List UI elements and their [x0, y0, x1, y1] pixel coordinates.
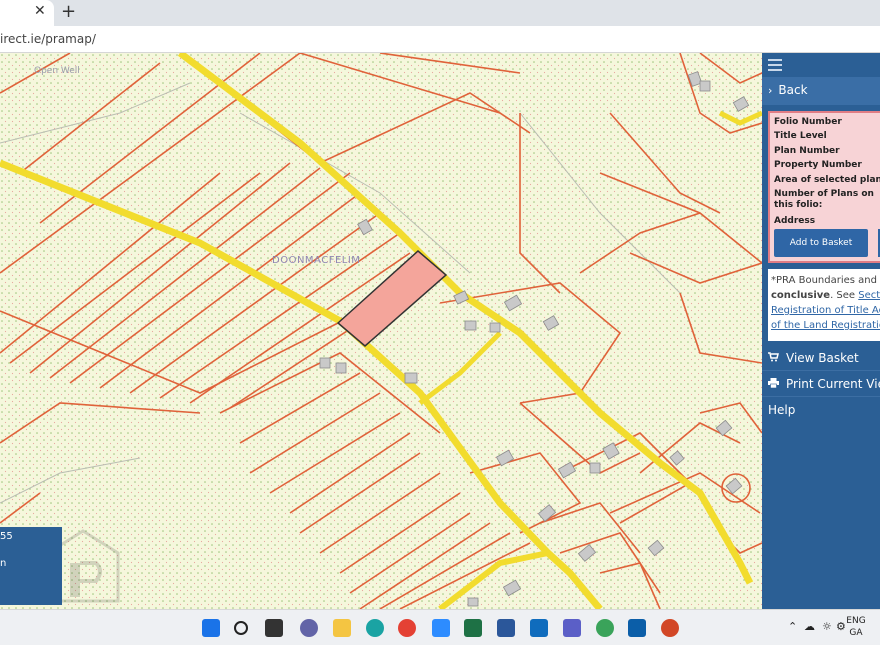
folio-number-label: Folio Number	[774, 117, 842, 127]
address-label: Address	[774, 216, 816, 226]
printer-icon	[768, 372, 780, 398]
plan-number-label: Plan Number	[774, 146, 840, 156]
outlook-icon[interactable]	[530, 619, 548, 637]
start-icon[interactable]	[202, 619, 220, 637]
scale-legend-box: 55 n	[0, 527, 62, 605]
new-tab-button[interactable]: +	[61, 1, 76, 22]
edge-icon[interactable]	[366, 619, 384, 637]
store-icon[interactable]	[628, 619, 646, 637]
language-top: ENG	[846, 616, 866, 626]
file-explorer-icon[interactable]	[333, 619, 351, 637]
back-button[interactable]: › Back	[762, 77, 880, 105]
weather-icon[interactable]: ☼	[822, 621, 832, 633]
browser-tab[interactable]: ✕	[0, 0, 54, 26]
chevron-up-icon[interactable]: ⌃	[788, 621, 797, 633]
cart-icon	[768, 346, 780, 372]
url-text[interactable]: irect.ie/pramap/	[0, 32, 96, 46]
property-number-label: Property Number	[774, 160, 862, 170]
search-icon[interactable]	[234, 621, 248, 635]
browser-tab-strip: ✕ +	[0, 0, 880, 26]
zoom-icon[interactable]	[432, 619, 450, 637]
disclaimer-box: *PRA Boundaries and Pla conclusive. See …	[768, 269, 880, 341]
taskbar: ⌃ ☁ ☼ ⚙ ENG GA	[0, 609, 880, 645]
folio-info-box: Folio Number Title Level Plan Number Pro…	[768, 111, 880, 263]
view-basket-label: View Basket	[786, 351, 859, 365]
map-label-open-well: Open Well	[34, 66, 80, 76]
cloud-icon[interactable]: ☁	[804, 621, 815, 633]
language-indicator[interactable]: ENG GA	[846, 615, 866, 639]
legend-text-2: n	[0, 558, 7, 569]
number-of-plans-label: Number of Plans on	[774, 189, 874, 199]
legend-text-1: 55	[0, 531, 13, 542]
word-icon[interactable]	[497, 619, 515, 637]
back-label: Back	[778, 83, 808, 97]
settings-tray-icon[interactable]: ⚙	[836, 621, 846, 633]
area-selected-plans-label: Area of selected plans	[774, 175, 880, 185]
map-canvas[interactable]: Open Well DOONMACFELIM	[0, 53, 762, 609]
language-bottom: GA	[849, 628, 863, 638]
add-to-basket-button[interactable]: Add to Basket	[774, 229, 868, 257]
registration-act-link[interactable]: Registration of Title Ac	[771, 303, 880, 318]
powerpoint-icon[interactable]	[661, 619, 679, 637]
this-folio-label: this folio:	[774, 200, 823, 210]
print-current-view-label: Print Current View	[786, 377, 880, 391]
view-basket-button[interactable]: View Basket	[762, 345, 880, 371]
map-label-townland: DOONMACFELIM	[272, 255, 360, 266]
section-link[interactable]: Section	[858, 290, 880, 301]
disclaimer-bold: conclusive	[771, 290, 831, 301]
disclaimer-line-1: *PRA Boundaries and Pla	[771, 275, 880, 286]
hamburger-menu-icon[interactable]	[768, 59, 782, 74]
chrome-icon[interactable]	[398, 619, 416, 637]
land-registration-link[interactable]: of the Land Registratio	[771, 318, 880, 333]
side-panel: › Back Folio Number Title Level Plan Numb…	[762, 53, 880, 609]
disclaimer-see: . See	[830, 290, 859, 301]
map-viewport[interactable]: Open Well DOONMACFELIM	[0, 53, 762, 609]
chat-icon[interactable]	[300, 619, 318, 637]
address-bar[interactable]: irect.ie/pramap/	[0, 26, 880, 53]
help-label: Help	[768, 403, 796, 417]
teams-icon[interactable]	[563, 619, 581, 637]
help-button[interactable]: Help	[762, 397, 880, 423]
chevron-right-icon: ›	[768, 84, 773, 97]
title-level-label: Title Level	[774, 131, 827, 141]
excel-icon[interactable]	[464, 619, 482, 637]
print-current-view-button[interactable]: Print Current View	[762, 371, 880, 397]
maps-icon[interactable]	[596, 619, 614, 637]
task-view-icon[interactable]	[265, 619, 283, 637]
close-tab-icon[interactable]: ✕	[34, 3, 46, 19]
